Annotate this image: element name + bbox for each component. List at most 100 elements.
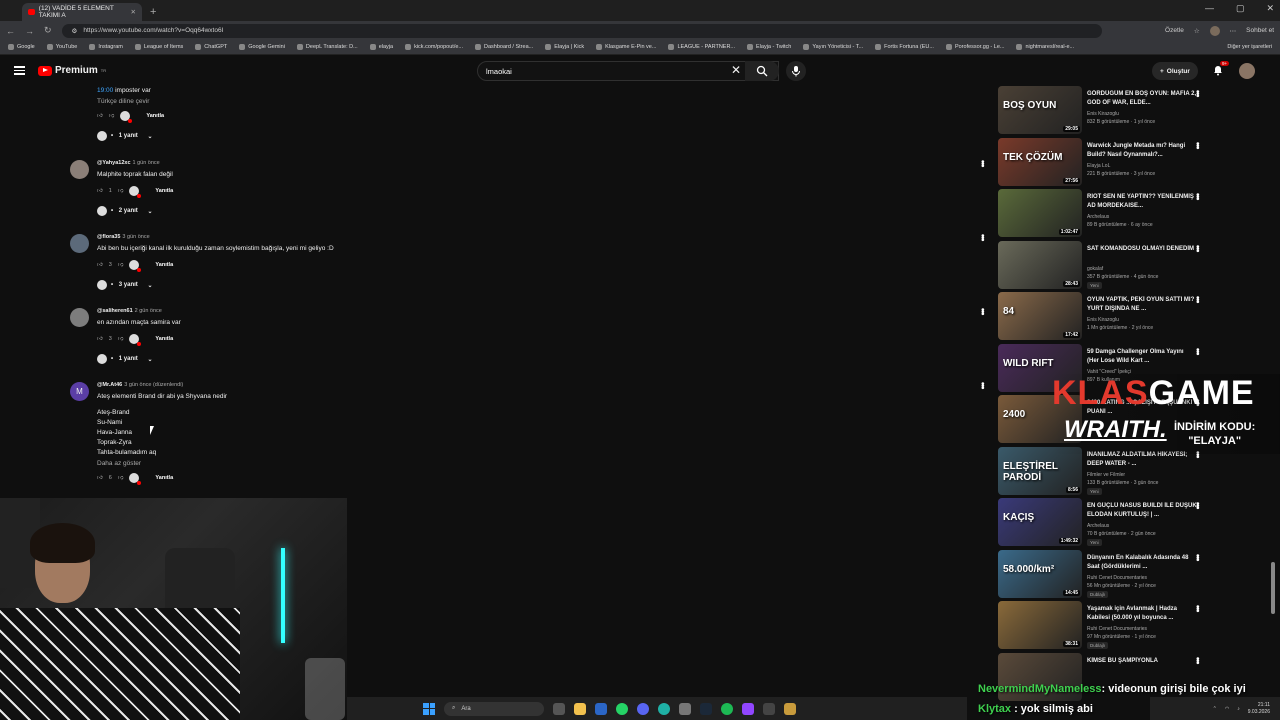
- bookmark-item[interactable]: Elayja | Kick: [545, 44, 584, 50]
- bookmark-item[interactable]: kick.com/popout/e...: [405, 44, 463, 50]
- star-icon[interactable]: ☆: [1194, 27, 1200, 35]
- chat-button[interactable]: Sohbet et: [1246, 27, 1274, 34]
- photoshop-icon[interactable]: [595, 702, 607, 715]
- show-less-button[interactable]: Daha az göster: [97, 460, 457, 467]
- dislike-icon[interactable]: 👎︎: [118, 262, 124, 268]
- other-bookmarks[interactable]: Diğer yer işaretleri: [1227, 44, 1272, 50]
- video-menu-icon[interactable]: •••: [1193, 193, 1203, 199]
- video-title[interactable]: Dünyanın En Kalabalık Adasında 48 Saat (…: [1087, 554, 1197, 572]
- reply-button[interactable]: Yanıtla: [155, 336, 173, 342]
- video-card[interactable]: TEK ÇÖZÜM 27:56 Warwick Jungle Metada mı…: [998, 137, 1218, 187]
- video-thumbnail[interactable]: BOŞ OYUN 29:05: [998, 86, 1082, 134]
- comment-avatar[interactable]: M: [70, 382, 89, 401]
- file-explorer-icon[interactable]: [574, 702, 586, 715]
- channel-name[interactable]: gokalaf: [1087, 266, 1197, 272]
- video-thumbnail[interactable]: 84 17:42: [998, 292, 1082, 340]
- translate-link[interactable]: Türkçe diline çevir: [97, 98, 457, 105]
- video-menu-icon[interactable]: •••: [1193, 296, 1203, 302]
- reply-button[interactable]: Yanıtla: [155, 475, 173, 481]
- video-thumbnail[interactable]: KAÇIŞ 1:49:32: [998, 498, 1082, 546]
- notifications-button[interactable]: 9+: [1212, 61, 1230, 78]
- video-menu-icon[interactable]: •••: [1193, 348, 1203, 354]
- forward-icon[interactable]: →: [25, 26, 34, 36]
- back-icon[interactable]: ←: [6, 26, 15, 36]
- bookmark-item[interactable]: Dashboard / Strea...: [475, 44, 533, 50]
- channel-name[interactable]: Filmler ve Filmler: [1087, 472, 1197, 478]
- comment-avatar[interactable]: [70, 234, 89, 253]
- tray-chevron-icon[interactable]: ⌃: [1213, 706, 1217, 712]
- bookmark-item[interactable]: Instagram: [89, 44, 123, 50]
- video-menu-icon[interactable]: •••: [1193, 245, 1203, 251]
- video-menu-icon[interactable]: •••: [1193, 502, 1203, 508]
- video-card[interactable]: 38:31 Yaşamak için Avlanmak | Hadza Kabi…: [998, 601, 1218, 650]
- video-title[interactable]: 59 Damga Challenger Olma Yayını (Her Los…: [1087, 348, 1197, 366]
- bookmark-item[interactable]: Elayja - Twitch: [747, 44, 791, 50]
- clock[interactable]: 21:11 9.03.2026: [1248, 702, 1270, 716]
- edge-icon[interactable]: [658, 702, 670, 715]
- video-card[interactable]: 28:43 SAT KOMANDOSU OLMAYI DENEDİM gokal…: [998, 240, 1218, 290]
- bookmark-item[interactable]: ChatGPT: [195, 44, 227, 50]
- view-replies-button[interactable]: • 1 yanıt ⌄: [97, 131, 457, 141]
- bookmark-item[interactable]: Klasgame E-Pin ve...: [596, 44, 656, 50]
- dislike-icon[interactable]: 👎︎: [118, 475, 124, 481]
- video-title[interactable]: Yaşamak için Avlanmak | Hadza Kabilesi (…: [1087, 605, 1197, 623]
- like-icon[interactable]: 👍︎: [97, 336, 103, 342]
- video-card[interactable]: BOŞ OYUN 29:05 GÖRDÜĞÜM EN BOŞ OYUN: MAF…: [998, 86, 1218, 135]
- bookmark-item[interactable]: Yayın Yöneticisi - T...: [803, 44, 863, 50]
- comment-author[interactable]: @Yahya12xc: [97, 160, 131, 166]
- minimize-icon[interactable]: —: [1205, 3, 1214, 14]
- comment-author[interactable]: @flora35: [97, 234, 120, 240]
- dislike-icon[interactable]: 👎︎: [109, 113, 115, 119]
- video-title[interactable]: KİMSE BU ŞAMPİYONLA: [1087, 657, 1197, 675]
- comment-time[interactable]: 1 gün önce: [133, 160, 160, 166]
- channel-name[interactable]: Enis Kirazoglu: [1087, 317, 1197, 323]
- comment-time[interactable]: 3 gün önce: [122, 234, 149, 240]
- video-thumbnail[interactable]: 1:02:47: [998, 189, 1082, 237]
- channel-name[interactable]: Enis Kirazoglu: [1087, 111, 1197, 117]
- video-title[interactable]: Warwick Jungle Metada mı? Hangi Build? N…: [1087, 142, 1197, 160]
- windows-start-icon[interactable]: [423, 702, 435, 715]
- youtube-logo[interactable]: Premium TR: [38, 65, 106, 76]
- reply-button[interactable]: Yanıtla: [155, 188, 173, 194]
- reload-icon[interactable]: ↻: [44, 25, 52, 36]
- video-card[interactable]: 1:02:47 RIOT SEN NE YAPTIN?? YENİLENMİŞ …: [998, 189, 1218, 238]
- maximize-icon[interactable]: ▢: [1236, 3, 1245, 14]
- video-title[interactable]: SAT KOMANDOSU OLMAYI DENEDİM: [1087, 245, 1197, 263]
- more-actions-icon[interactable]: •••: [978, 160, 988, 166]
- bookmark-item[interactable]: Porofessor.gg - Le...: [945, 44, 1004, 50]
- channel-name[interactable]: Archelaus: [1087, 214, 1197, 220]
- dislike-icon[interactable]: 👎︎: [118, 336, 124, 342]
- bookmark-item[interactable]: DeepL Translate: D...: [296, 44, 358, 50]
- voice-search-button[interactable]: [786, 61, 806, 81]
- video-card[interactable]: 84 17:42 OYUN YAPTIK, PEKİ OYUN SATTI MI…: [998, 292, 1218, 341]
- video-title[interactable]: EN GÜÇLÜ NASUS BUILDİ İLE DÜŞÜK ELODAN K…: [1087, 502, 1197, 520]
- taskbar-search[interactable]: ⌕ Ara: [444, 701, 544, 716]
- timestamp-link[interactable]: 19:00: [97, 87, 113, 94]
- close-tab-icon[interactable]: ✕: [131, 8, 136, 16]
- comment-avatar[interactable]: [70, 160, 89, 179]
- bookmark-item[interactable]: nightmaresl/real-e...: [1016, 44, 1074, 50]
- video-menu-icon[interactable]: •••: [1193, 657, 1203, 663]
- video-menu-icon[interactable]: •••: [1193, 554, 1203, 560]
- search-button[interactable]: [745, 61, 779, 81]
- like-icon[interactable]: 👍︎: [97, 262, 103, 268]
- summarize-button[interactable]: Özetle: [1165, 27, 1184, 34]
- twitch-icon[interactable]: [742, 702, 754, 715]
- view-replies-button[interactable]: • 2 yanıt ⌄: [97, 206, 457, 216]
- channel-name[interactable]: Ruhi Cenet Documentaries: [1087, 626, 1197, 632]
- bookmark-item[interactable]: Google Gemini: [239, 44, 285, 50]
- view-replies-button[interactable]: • 1 yanıt ⌄: [97, 354, 457, 364]
- scrollbar-thumb[interactable]: [1271, 562, 1275, 614]
- video-thumbnail[interactable]: 38:31: [998, 601, 1082, 649]
- comment-author[interactable]: @saliheren61: [97, 308, 133, 314]
- channel-name[interactable]: Ruhi Cenet Documentaries: [1087, 575, 1197, 581]
- video-title[interactable]: OYUN YAPTIK, PEKİ OYUN SATTI MI? YURT DI…: [1087, 296, 1197, 314]
- video-title[interactable]: GÖRDÜĞÜM EN BOŞ OYUN: MAFIA 2, GOD OF WA…: [1087, 90, 1197, 108]
- close-window-icon[interactable]: ✕: [1266, 3, 1274, 14]
- clear-search-icon[interactable]: ✕: [731, 63, 741, 77]
- league-client-icon[interactable]: [784, 702, 796, 715]
- comment-time[interactable]: 3 gün önce (düzenlendi): [124, 382, 183, 388]
- video-card[interactable]: 58.000/km² 14:45 Dünyanın En Kalabalık A…: [998, 549, 1218, 599]
- volume-icon[interactable]: ♪: [1237, 706, 1240, 712]
- reply-button[interactable]: Yanıtla: [146, 113, 164, 119]
